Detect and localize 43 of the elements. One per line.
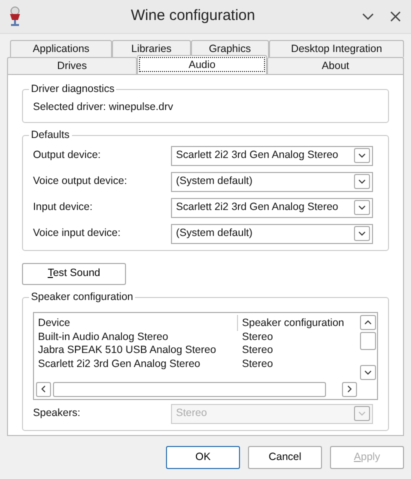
list-cell: Stereo [242,358,273,372]
caret-icon [354,174,370,190]
field-label: Output device: [33,148,102,163]
list-cell-text: Jabra SPEAK 510 USB Analog Stereo [38,344,218,358]
list-cell-text: Built-in Audio Analog Stereo [38,330,170,344]
dropdown-field[interactable]: (System default) [171,224,373,244]
tab[interactable]: Applications [10,40,112,57]
field-label: Voice input device: [33,226,122,241]
tab[interactable]: Libraries [112,40,191,57]
scroll-down-icon[interactable] [360,364,376,380]
tab[interactable]: Drives [7,57,137,74]
caret-icon [354,226,370,242]
list-cell: Stereo [242,330,273,344]
tab[interactable]: Desktop Integration [269,40,404,57]
driver-text: Selected driver: winepulse.drv [33,100,174,115]
column-header[interactable]: Speaker configuration [238,314,344,331]
close-icon[interactable] [390,11,401,22]
minimize-icon[interactable] [362,12,374,20]
dropdown-field[interactable]: Scarlett 2i2 3rd Gen Analog Stereo [171,198,373,218]
caret-icon [354,406,370,422]
field-label: Speakers: [33,406,82,421]
scroll-thumb[interactable] [360,332,376,350]
caret-icon [354,148,370,164]
group-title: Speaker configuration [29,290,136,306]
dialog-button[interactable]: Cancel [248,446,322,469]
scroll-thumb[interactable] [53,382,326,397]
test-sound-button[interactable]: Test Sound [22,262,126,285]
scroll-up-icon[interactable] [360,314,376,330]
scroll-left-icon[interactable] [36,382,51,397]
dialog-button[interactable]: OK [166,446,240,469]
dropdown-field[interactable]: (System default) [171,172,373,192]
list-cell: Stereo [242,344,273,358]
column-header[interactable]: Device [38,314,238,331]
tab[interactable]: Audio [137,55,267,74]
tab[interactable]: About [267,57,404,74]
field-label: Input device: [33,200,94,215]
scroll-right-icon[interactable] [342,382,357,397]
field-label: Voice output device: [33,174,128,189]
caret-icon [354,200,370,216]
device-list[interactable]: Device Speaker configuration Built-in Audio Analog Stereo Stereo Jabra SPEAK 510 USB Analog Stereo Stereo Scarlett 2i2 3rd Gen Analog Stereo Stereo [33,312,378,400]
dropdown-field[interactable]: Scarlett 2i2 3rd Gen Analog Stereo [171,146,373,166]
window-title: Wine configuration [130,6,256,26]
list-cell-text: Scarlett 2i2 3rd Gen Analog Stereo [38,358,202,372]
